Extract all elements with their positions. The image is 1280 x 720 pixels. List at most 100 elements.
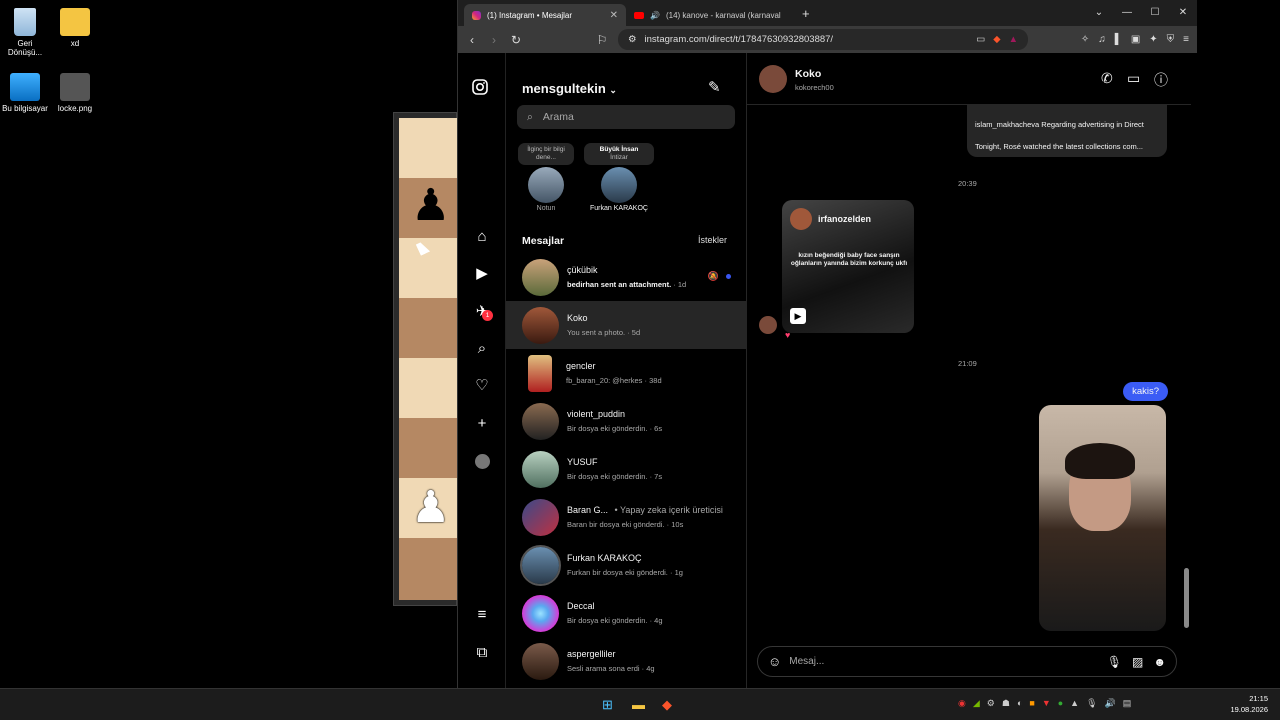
conversation-preview: Furkan bir dosya eki gönderdi. [567,568,668,577]
brave-browser-icon[interactable]: ◆ [662,697,672,713]
tray-app-icon[interactable]: ◐ [1017,698,1022,709]
address-bar[interactable]: ⚙ instagram.com/direct/t/178476309328038… [618,29,1028,50]
new-tab-button[interactable]: + [802,6,810,21]
create-icon[interactable]: + [472,414,492,434]
nvidia-icon[interactable]: ◢ [973,698,980,709]
info-icon[interactable]: ⓘ [1154,70,1168,90]
image-upload-icon[interactable]: ▨ [1132,655,1143,669]
start-windows-icon[interactable]: ⊞ [602,697,613,713]
media-icon[interactable]: ♫ [1098,34,1106,45]
scrollbar-thumb[interactable] [1184,568,1189,628]
tray-app-icon[interactable]: ■ [1029,698,1034,709]
conversation-row[interactable]: gencler fb_baran_20: @herkes · 38d [506,349,747,397]
conversation-row[interactable]: violent_puddin Bir dosya eki gönderdin. … [506,397,747,445]
sent-photo[interactable] [1039,405,1166,631]
chess-board-window[interactable]: ♟ ♟ [393,112,458,606]
board-square[interactable] [399,118,458,178]
tab-youtube[interactable]: 🔊 (14) kanove - karnaval (karnaval [626,4,796,26]
minimize-button[interactable]: — [1113,0,1141,26]
shared-reel[interactable]: irfanozelden kızın beğendiği baby face s… [782,200,914,333]
cast-icon[interactable]: ▭ [976,34,985,45]
wallet-icon[interactable]: ▣ [1131,34,1140,45]
settings-icon[interactable]: ⚙ [987,698,995,709]
conversation-row-selected[interactable]: Koko You sent a photo. · 5d [506,301,746,349]
board-square[interactable]: ♟ [399,478,458,538]
extensions-icon[interactable]: ✧ [1081,34,1089,45]
forward-icon[interactable]: › [488,33,500,47]
microphone-icon[interactable]: 🎙 [1107,655,1122,669]
tray-app-icon[interactable]: ◉ [958,698,966,709]
close-window-button[interactable]: ✕ [1169,0,1197,26]
brave-rewards-icon[interactable]: ▲ [1009,34,1018,45]
network-icon[interactable]: ▤ [1123,698,1132,709]
search-input[interactable]: ⌕ Arama [517,105,735,129]
conversation-row[interactable]: çükübik bedirhan sent an attachment. · 1… [506,253,747,301]
sticker-icon[interactable]: ☻ [1153,655,1166,669]
new-message-icon[interactable]: ✎ [708,78,721,96]
instagram-logo-icon[interactable] [472,79,492,99]
play-icon[interactable]: ▶ [790,308,806,324]
sent-message-bubble[interactable]: kakis? [1123,382,1168,401]
emoji-icon[interactable]: ☺ [768,654,781,669]
conversation-row[interactable]: YUSUF Bir dosya eki gönderdin. · 7s [506,445,747,493]
sidebar-icon[interactable]: ▌ [1115,34,1122,45]
profile-avatar[interactable] [472,451,492,471]
back-icon[interactable]: ‹ [466,33,478,47]
vpn-icon[interactable]: ⛨ [1167,34,1175,45]
conversation-row[interactable]: Baran G... • Yapay zeka içerik üreticisi… [506,493,747,541]
message-composer[interactable]: ☺ Mesaj... 🎙 ▨ ☻ [757,646,1177,677]
reels-icon[interactable]: ▶ [472,264,492,284]
reload-icon[interactable]: ↻ [510,33,522,47]
board-square[interactable] [399,418,458,478]
avatar [528,166,564,203]
shared-post-card[interactable]: islam_makhacheva Regarding advertising i… [967,105,1167,157]
discord-icon[interactable]: ☗ [1002,698,1010,709]
note-own[interactable]: İlginç bir bilgi dene... Notun [518,143,574,212]
conversation-row[interactable]: Furkan KARAKOÇ Furkan bir dosya eki gönd… [506,541,747,589]
microphone-icon[interactable]: 🎙 [1086,698,1097,709]
tab-instagram[interactable]: (1) Instagram • Mesajlar ✕ [464,4,626,26]
board-square[interactable] [399,358,458,418]
site-info-icon[interactable]: ⚙ [628,34,637,45]
conversation-row[interactable]: aspergelliler Sesli arama sona erdi · 4g [506,637,747,685]
requests-link[interactable]: İstekler [698,235,727,245]
phone-call-icon[interactable]: ✆ [1101,70,1113,87]
conversation-name: violent_puddin [567,409,626,419]
brave-shield-icon[interactable]: ◆ [993,34,1000,45]
video-call-icon[interactable]: ▭ [1127,70,1140,87]
desktop-icon-this-pc[interactable]: Bu bilgisayar [0,73,50,113]
messages-icon[interactable]: ✈ 1 [472,302,493,322]
notifications-heart-icon[interactable]: ♡ [472,376,492,396]
desktop-icon-recycle-bin[interactable]: Geri Dönüşü... [0,8,50,57]
more-menu-icon[interactable]: ≡ [472,605,492,625]
maximize-button[interactable]: ☐ [1141,0,1169,26]
board-square[interactable] [399,298,458,358]
tray-app-icon[interactable]: ● [1058,698,1063,709]
reaction-heart-icon[interactable]: ♥ [785,330,790,340]
avatar[interactable] [759,65,787,93]
tray-app-icon[interactable]: ▲ [1070,698,1079,709]
desktop-icon-locke-png[interactable]: locke.png [50,73,100,113]
chat-name[interactable]: Koko [795,68,821,80]
threads-apps-icon[interactable]: ⧉ [472,643,492,663]
board-square[interactable]: ♟ [399,178,458,238]
black-pawn-icon[interactable]: ♟ [411,184,450,228]
menu-icon[interactable]: ≡ [1183,34,1189,45]
clock[interactable]: 21:15 19.08.2026 [1230,694,1268,716]
close-tab-icon[interactable]: ✕ [610,10,618,21]
volume-icon[interactable]: 🔊 [1105,698,1116,709]
note-furkan[interactable]: Büyük İnsan İntizar Furkan KARAKOÇ [584,143,654,212]
desktop-icon-xd-folder[interactable]: xd [50,8,100,48]
tab-list-icon[interactable]: ⌄ [1085,0,1113,26]
account-switcher[interactable]: mensgultekin ⌄ [522,81,617,96]
leo-icon[interactable]: ✦ [1149,34,1157,45]
board-square[interactable] [399,538,458,600]
chat-scrollbar[interactable] [1184,108,1189,673]
conversation-row[interactable]: Deccal Bir dosya eki gönderdin. · 4g [506,589,747,637]
tray-app-icon[interactable]: ▼ [1042,698,1051,709]
bookmark-icon[interactable]: ⚐ [596,33,608,47]
search-icon[interactable]: ⌕ [472,339,492,359]
home-icon[interactable]: ⌂ [472,227,492,247]
file-explorer-icon[interactable]: ▬ [632,697,645,712]
white-pawn-icon[interactable]: ♟ [411,486,450,530]
